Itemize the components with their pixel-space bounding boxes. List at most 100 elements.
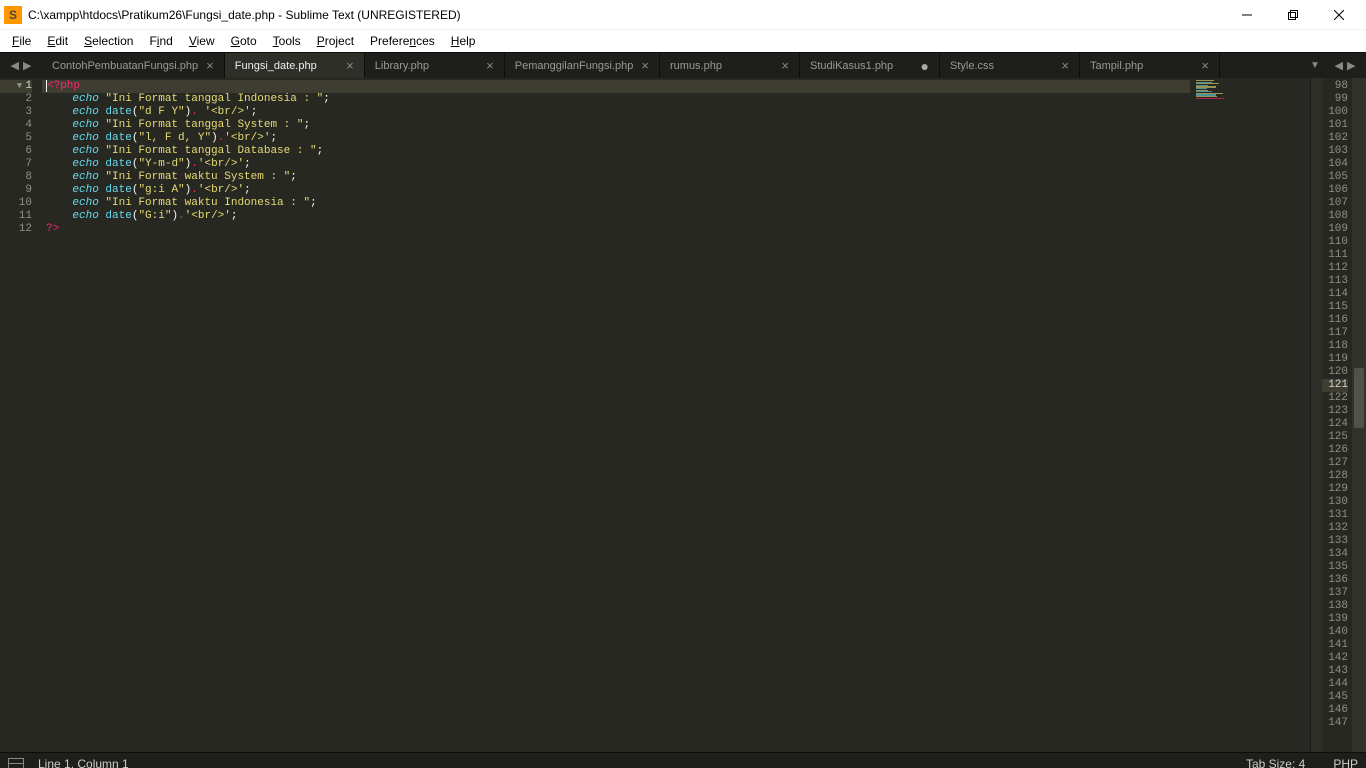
line-number[interactable]: 110: [1322, 236, 1348, 249]
maximize-button[interactable]: [1270, 0, 1316, 30]
line-number[interactable]: 11: [0, 210, 32, 223]
line-number[interactable]: 141: [1322, 639, 1348, 652]
code-line[interactable]: echo "Ini Format tanggal System : ";: [42, 119, 1190, 132]
line-number-gutter[interactable]: ▼123456789101112: [0, 78, 42, 752]
line-number[interactable]: 147: [1322, 717, 1348, 730]
line-number[interactable]: 134: [1322, 548, 1348, 561]
tab-close-icon[interactable]: ×: [641, 59, 649, 72]
line-number[interactable]: 115: [1322, 301, 1348, 314]
line-number[interactable]: 131: [1322, 509, 1348, 522]
line-number[interactable]: 116: [1322, 314, 1348, 327]
line-number[interactable]: 120: [1322, 366, 1348, 379]
tab-style-css[interactable]: Style.css×: [940, 53, 1080, 78]
line-number[interactable]: 99: [1322, 93, 1348, 106]
status-syntax[interactable]: PHP: [1333, 757, 1358, 768]
line-number[interactable]: 133: [1322, 535, 1348, 548]
line-number[interactable]: 10: [0, 197, 32, 210]
line-number[interactable]: 5: [0, 132, 32, 145]
panel-toggle-icon[interactable]: [8, 758, 24, 768]
code-editor[interactable]: <?php echo "Ini Format tanggal Indonesia…: [42, 78, 1190, 752]
line-number[interactable]: 3: [0, 106, 32, 119]
line-number[interactable]: 136: [1322, 574, 1348, 587]
line-number[interactable]: 145: [1322, 691, 1348, 704]
code-line[interactable]: echo "Ini Format waktu Indonesia : ";: [42, 197, 1190, 210]
code-line[interactable]: echo "Ini Format tanggal Database : ";: [42, 145, 1190, 158]
code-line[interactable]: echo date("d F Y"). '<br/>';: [42, 106, 1190, 119]
tab-tampil-php[interactable]: Tampil.php×: [1080, 53, 1220, 78]
menu-goto[interactable]: Goto: [223, 32, 265, 50]
line-number[interactable]: 135: [1322, 561, 1348, 574]
line-number[interactable]: 100: [1322, 106, 1348, 119]
close-button[interactable]: [1316, 0, 1362, 30]
code-line[interactable]: echo date("l, F d, Y").'<br/>';: [42, 132, 1190, 145]
left-pane-scrollbar[interactable]: [1310, 78, 1322, 752]
tab-close-icon[interactable]: ×: [1201, 59, 1209, 72]
line-number[interactable]: 143: [1322, 665, 1348, 678]
line-number[interactable]: 121: [1322, 379, 1348, 392]
code-line[interactable]: ?>: [42, 223, 1190, 236]
line-number[interactable]: 126: [1322, 444, 1348, 457]
tab-close-icon[interactable]: ×: [1061, 59, 1069, 72]
status-position[interactable]: Line 1, Column 1: [38, 757, 129, 768]
line-number[interactable]: 119: [1322, 353, 1348, 366]
menu-tools[interactable]: Tools: [265, 32, 309, 50]
line-number[interactable]: 98: [1322, 80, 1348, 93]
line-number[interactable]: 112: [1322, 262, 1348, 275]
line-number[interactable]: 124: [1322, 418, 1348, 431]
line-number[interactable]: 111: [1322, 249, 1348, 262]
line-number[interactable]: 130: [1322, 496, 1348, 509]
right-pane-scrollbar[interactable]: [1352, 78, 1366, 752]
minimap[interactable]: [1190, 78, 1310, 752]
code-line[interactable]: echo "Ini Format waktu System : ";: [42, 171, 1190, 184]
right-line-number-gutter[interactable]: 9899100101102103104105106107108109110111…: [1322, 78, 1352, 752]
tab-close-icon[interactable]: ×: [346, 59, 354, 72]
line-number[interactable]: 9: [0, 184, 32, 197]
line-number[interactable]: 137: [1322, 587, 1348, 600]
tab-history-nav-right[interactable]: ◀ ▶: [1324, 53, 1366, 78]
tab-overflow-button[interactable]: ▼: [1306, 53, 1324, 78]
line-number[interactable]: ▼1: [0, 80, 32, 93]
line-number[interactable]: 7: [0, 158, 32, 171]
menu-view[interactable]: View: [181, 32, 223, 50]
line-number[interactable]: 128: [1322, 470, 1348, 483]
tab-library-php[interactable]: Library.php×: [365, 53, 505, 78]
menu-project[interactable]: Project: [309, 32, 362, 50]
line-number[interactable]: 123: [1322, 405, 1348, 418]
line-number[interactable]: 118: [1322, 340, 1348, 353]
line-number[interactable]: 107: [1322, 197, 1348, 210]
minimize-button[interactable]: [1224, 0, 1270, 30]
line-number[interactable]: 12: [0, 223, 32, 236]
line-number[interactable]: 122: [1322, 392, 1348, 405]
line-number[interactable]: 101: [1322, 119, 1348, 132]
tab-history-nav[interactable]: ◀ ▶: [0, 53, 42, 78]
line-number[interactable]: 140: [1322, 626, 1348, 639]
line-number[interactable]: 113: [1322, 275, 1348, 288]
line-number[interactable]: 127: [1322, 457, 1348, 470]
line-number[interactable]: 4: [0, 119, 32, 132]
tab-contohpembuatanfungsi-php[interactable]: ContohPembuatanFungsi.php×: [42, 53, 225, 78]
menu-find[interactable]: Find: [141, 32, 180, 50]
tab-fungsi_date-php[interactable]: Fungsi_date.php×: [225, 53, 365, 78]
scrollbar-thumb[interactable]: [1354, 368, 1364, 428]
line-number[interactable]: 132: [1322, 522, 1348, 535]
code-line[interactable]: echo date("g:i A").'<br/>';: [42, 184, 1190, 197]
line-number[interactable]: 142: [1322, 652, 1348, 665]
tab-studikasus1-php[interactable]: StudiKasus1.php●: [800, 53, 940, 78]
menu-help[interactable]: Help: [443, 32, 484, 50]
dirty-indicator-icon[interactable]: ●: [921, 59, 929, 73]
tab-close-icon[interactable]: ×: [781, 59, 789, 72]
line-number[interactable]: 139: [1322, 613, 1348, 626]
line-number[interactable]: 6: [0, 145, 32, 158]
line-number[interactable]: 129: [1322, 483, 1348, 496]
tab-rumus-php[interactable]: rumus.php×: [660, 53, 800, 78]
line-number[interactable]: 138: [1322, 600, 1348, 613]
line-number[interactable]: 108: [1322, 210, 1348, 223]
line-number[interactable]: 109: [1322, 223, 1348, 236]
tab-close-icon[interactable]: ×: [206, 59, 214, 72]
code-line[interactable]: echo date("G:i").'<br/>';: [42, 210, 1190, 223]
line-number[interactable]: 106: [1322, 184, 1348, 197]
line-number[interactable]: 125: [1322, 431, 1348, 444]
code-line[interactable]: echo date("Y-m-d").'<br/>';: [42, 158, 1190, 171]
line-number[interactable]: 102: [1322, 132, 1348, 145]
line-number[interactable]: 117: [1322, 327, 1348, 340]
